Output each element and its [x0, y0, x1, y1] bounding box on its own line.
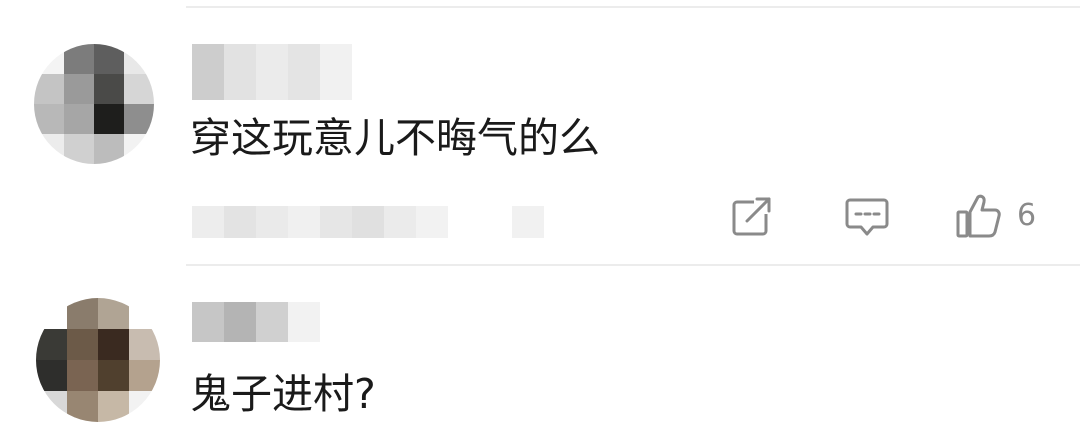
comment-meta-blurred	[192, 206, 544, 238]
divider-top	[186, 6, 1080, 8]
avatar-blurred[interactable]	[34, 44, 154, 164]
username-blurred[interactable]	[192, 302, 320, 342]
comment-bubble-icon	[845, 198, 889, 236]
thumbs-up-icon	[956, 194, 1001, 238]
share-external-icon	[732, 194, 774, 236]
divider-between-comments	[186, 264, 1080, 266]
avatar-blurred[interactable]	[36, 298, 160, 422]
comment-text: 穿这玩意儿不晦气的么	[190, 114, 600, 162]
like-button[interactable]: 6	[955, 192, 1036, 240]
username-blurred[interactable]	[192, 44, 352, 100]
comment-text: 鬼子进村?	[190, 370, 376, 418]
comment-list: 穿这玩意儿不晦气的么 6 鬼子进村?	[0, 0, 1080, 446]
reply-button[interactable]	[845, 196, 889, 238]
share-button[interactable]	[730, 194, 774, 238]
like-count: 6	[1017, 198, 1037, 233]
